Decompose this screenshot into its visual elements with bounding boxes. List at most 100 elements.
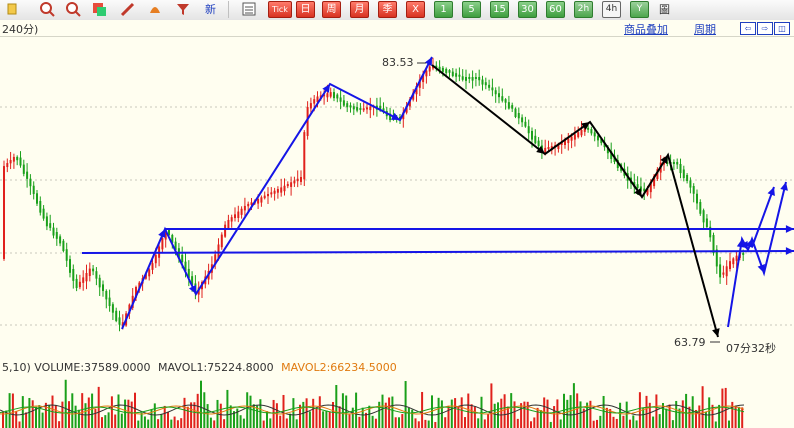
min30-icon[interactable]: 30 [518, 1, 537, 18]
expand-icon[interactable]: ◫ [774, 22, 790, 35]
zoom-in-icon[interactable] [38, 1, 55, 18]
y-icon[interactable]: Y [630, 1, 649, 18]
volume-bar [262, 420, 265, 428]
volume-bar [130, 401, 133, 428]
volume-bar [87, 397, 90, 428]
overlay-link[interactable]: 商品叠加 [624, 21, 668, 37]
season-icon[interactable]: 季 [378, 1, 397, 18]
candle-body [484, 82, 487, 86]
candle-body [118, 317, 121, 325]
candle-body [676, 162, 679, 165]
candle-body [234, 214, 236, 219]
volume-bar [500, 398, 503, 428]
volume-bar [546, 399, 549, 428]
min120-icon[interactable]: 2h [574, 1, 593, 18]
candle-body [29, 178, 32, 187]
candle-body [336, 94, 339, 99]
min5-icon[interactable]: 5 [462, 1, 481, 18]
year-icon[interactable]: X [406, 1, 425, 18]
candle-body [524, 121, 527, 127]
window-icon[interactable]: 圖 [656, 1, 673, 18]
volume-bar [21, 396, 24, 428]
countdown-label: 07分32秒 [726, 341, 776, 355]
volume-bar [292, 398, 295, 428]
candle-body [448, 70, 451, 73]
min240-icon[interactable]: 4h [602, 1, 621, 18]
day-icon[interactable]: 日 [296, 1, 315, 18]
candle-body [356, 107, 359, 111]
candle-body [55, 232, 58, 239]
volume-bar [566, 399, 569, 428]
zoom-in-icon[interactable] [2, 1, 19, 18]
min1-icon[interactable]: 1 [434, 1, 453, 18]
candle-body [313, 99, 316, 104]
candle-body [428, 66, 431, 72]
list-icon[interactable] [240, 1, 257, 18]
volume-bar [84, 403, 87, 428]
candle-body [468, 77, 471, 79]
candle-body [719, 264, 722, 278]
volume-bar [704, 411, 707, 428]
candle-body [105, 291, 108, 300]
new-icon[interactable]: 新 [202, 1, 219, 18]
volume-bar [698, 405, 701, 428]
volume-bar [553, 406, 556, 428]
min60-icon[interactable]: 60 [546, 1, 565, 18]
candle-body [349, 105, 352, 108]
candle-body [474, 77, 477, 79]
candle-body [115, 310, 118, 321]
price-chart[interactable]: 83.53 63.79 07分32秒 [0, 37, 794, 357]
volume-bar [193, 402, 196, 428]
candles [3, 57, 745, 332]
arrow-head [785, 225, 794, 233]
tick-icon[interactable]: Tick [268, 1, 292, 18]
candle-body [333, 92, 335, 99]
bell-icon[interactable] [146, 1, 163, 18]
candle-body [227, 219, 230, 229]
volume-bar [173, 416, 176, 428]
volume-bar [530, 421, 532, 428]
filter-icon[interactable] [174, 1, 191, 18]
volume-bar [305, 398, 308, 428]
candle-body [36, 193, 38, 204]
week-icon[interactable]: 周 [322, 1, 341, 18]
cycle-link[interactable]: 周期 [694, 21, 716, 37]
volume-bar [64, 379, 67, 428]
volume-bar [137, 420, 140, 428]
volume-bar [345, 395, 348, 428]
volume-bar [734, 405, 737, 428]
zoom-out-icon[interactable] [64, 1, 81, 18]
volume-bar [642, 408, 645, 428]
candle-body [62, 240, 65, 252]
volume-bar [671, 420, 674, 428]
candle-body [346, 103, 349, 108]
volume-bar [91, 393, 94, 428]
month-icon[interactable]: 月 [350, 1, 369, 18]
volume-bar [434, 421, 437, 428]
volume-bar [107, 412, 110, 428]
prev-arrow-icon[interactable]: ⇦ [740, 22, 756, 35]
pencil-icon[interactable] [118, 1, 135, 18]
volume-bar [358, 416, 361, 428]
layout-icon[interactable] [90, 1, 107, 18]
candle-body [59, 236, 62, 244]
candle-body [154, 254, 157, 264]
volume-bar [328, 411, 331, 428]
candle-body [111, 304, 114, 313]
volume-bar [341, 393, 344, 428]
volume-bar [447, 405, 450, 428]
volume-bar [437, 397, 440, 428]
volume-bar [645, 395, 648, 428]
candle-body [45, 216, 48, 227]
next-arrow-icon[interactable]: ⇨ [757, 22, 773, 35]
candle-body [12, 156, 15, 162]
high-label: 83.53 [382, 56, 414, 69]
volume-bar [681, 400, 684, 428]
candle-body [369, 106, 372, 111]
candle-body [52, 227, 55, 236]
volume-bar [308, 411, 311, 428]
candle-body [273, 190, 276, 194]
min15-icon[interactable]: 15 [490, 1, 509, 18]
candle-body [296, 178, 299, 182]
candle-body [326, 93, 329, 98]
